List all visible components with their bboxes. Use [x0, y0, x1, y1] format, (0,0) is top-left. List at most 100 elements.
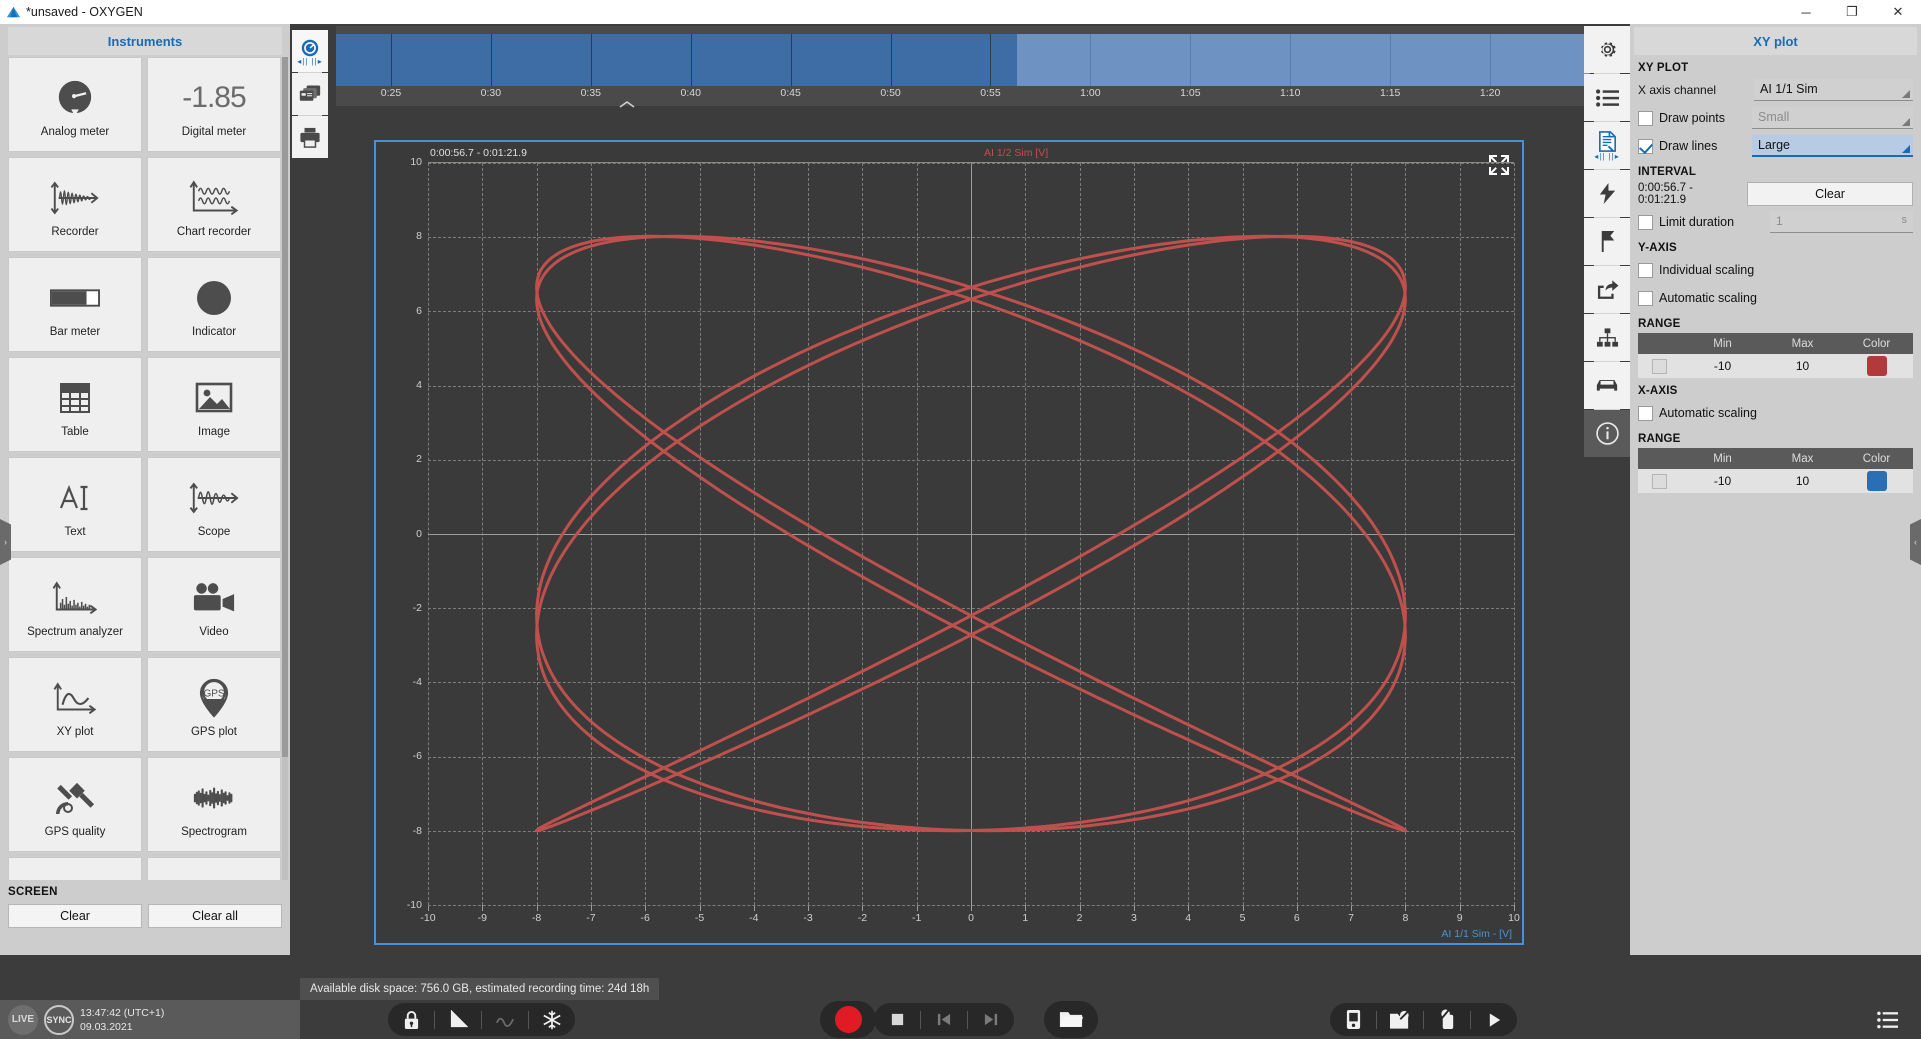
instrument-recorder[interactable]: Recorder — [8, 157, 142, 252]
chart-x-axis-label: AI 1/1 Sim - [V] — [1441, 928, 1512, 940]
chart-x-tick-label: -2 — [857, 912, 868, 924]
left-panel-collapse-handle[interactable]: › — [0, 519, 11, 565]
x-axis-channel-value: AI 1/1 Sim — [1760, 82, 1818, 96]
x-range-max-value[interactable]: 10 — [1765, 474, 1840, 488]
draw-lines-size-select[interactable]: Large — [1752, 135, 1913, 157]
x-range-col-min: Min — [1713, 452, 1732, 465]
x-range-min-value[interactable]: -10 — [1680, 474, 1765, 488]
y-range-min-value[interactable]: -10 — [1680, 359, 1765, 373]
chart-series-line — [428, 162, 1514, 905]
y-range-max-value[interactable]: 10 — [1765, 359, 1840, 373]
y-range-table: Min Max Color -10 10 — [1638, 333, 1913, 378]
timeline-remaining-region[interactable] — [1016, 34, 1590, 86]
network-icon[interactable] — [1584, 314, 1630, 361]
y-automatic-scaling-checkbox[interactable] — [1638, 290, 1653, 306]
chart-plot-area[interactable]: 10 8 6 4 2 0 -2 -4 -6 -8 -10 -10 -9 -8 -7 -6 -5 -4 -3 -2 -1 0… — [407, 156, 1520, 924]
stop-icon[interactable] — [874, 1003, 920, 1036]
folder-icon[interactable] — [1044, 1001, 1098, 1038]
instrument-spectrum-analyzer[interactable]: Spectrum analyzer — [8, 557, 142, 652]
car-icon[interactable] — [1584, 362, 1630, 409]
chart-x-tick-label: 10 — [1508, 912, 1520, 924]
xy-plot-widget[interactable]: 0:00:56.7 - 0:01:21.9 AI 1/2 Sim [V] AI … — [374, 140, 1524, 945]
minimize-button[interactable]: ─ — [1783, 0, 1829, 24]
zigzag-icon[interactable] — [482, 1003, 528, 1036]
right-panel-collapse-handle[interactable]: ‹ — [1910, 519, 1921, 565]
info-icon[interactable] — [1584, 410, 1630, 457]
instruments-header: Instruments — [8, 27, 282, 55]
timeline-divider — [1290, 34, 1292, 86]
y-range-row-checkbox[interactable] — [1651, 358, 1667, 374]
timeline-recorded-region[interactable] — [336, 34, 1017, 86]
svg-text:GPS: GPS — [203, 688, 224, 699]
instrument-chart-recorder[interactable]: Chart recorder — [147, 157, 281, 252]
interval-clear-button[interactable]: Clear — [1747, 182, 1913, 206]
instrument-label: Indicator — [191, 325, 237, 338]
limit-duration-checkbox[interactable] — [1638, 214, 1653, 230]
x-automatic-scaling-checkbox[interactable] — [1638, 405, 1653, 421]
timeline-tick-label: 0:50 — [880, 87, 901, 99]
draw-points-checkbox[interactable] — [1638, 110, 1653, 126]
chart-y-tick-label: 6 — [416, 304, 422, 317]
table-row[interactable]: -10 10 — [1638, 354, 1913, 378]
draw-points-size-select[interactable]: Small — [1752, 107, 1913, 129]
device-config-icon[interactable] — [1377, 1003, 1423, 1036]
printer-icon[interactable] — [292, 116, 328, 158]
lock-icon[interactable] — [388, 1003, 434, 1036]
x-axis-channel-select[interactable]: AI 1/1 Sim — [1754, 79, 1913, 101]
maximize-button[interactable]: ❐ — [1829, 0, 1875, 24]
instrument-xy-plot[interactable]: XY plot — [8, 657, 142, 752]
instruments-scrollbar[interactable] — [282, 57, 288, 937]
limit-duration-input[interactable]: 1 s — [1770, 211, 1913, 233]
prev-icon[interactable] — [921, 1003, 967, 1036]
instrument-image[interactable]: Image — [147, 357, 281, 452]
next-icon[interactable] — [968, 1003, 1014, 1036]
y-individual-scaling-checkbox[interactable] — [1638, 262, 1653, 278]
limit-duration-row: Limit duration 1 s — [1638, 209, 1913, 235]
indicator-icon — [196, 272, 232, 324]
instrument-analog-meter[interactable]: Analog meter — [8, 57, 142, 152]
instrument-spectrogram[interactable]: Spectrogram — [147, 757, 281, 852]
table-icon — [59, 372, 91, 424]
screens-icon[interactable] — [292, 73, 328, 115]
instrument-video[interactable]: Video — [147, 557, 281, 652]
x-range-color-swatch[interactable] — [1866, 471, 1887, 491]
snowflake-icon[interactable] — [529, 1003, 575, 1036]
list-icon[interactable] — [1584, 74, 1630, 121]
document-icon[interactable]: ◂|| ||▸ — [1584, 122, 1630, 169]
triangle-icon[interactable] — [435, 1003, 481, 1036]
screen-clear-all-button[interactable]: Clear all — [148, 904, 282, 928]
bottom-bar: LIVE SYNC 13:47:42 (UTC+1) 09.03.2021 — [0, 1000, 1921, 1039]
instrument-gps-plot[interactable]: GPS GPS plot — [147, 657, 281, 752]
timeline[interactable]: 0:25 0:30 0:35 0:40 0:45 0:50 0:55 1:00 1:05 1:10… — [336, 26, 1590, 106]
instrument-gps-quality[interactable]: GPS quality — [8, 757, 142, 852]
speedometer-icon[interactable]: ◂|| ||▸ — [292, 30, 328, 72]
chevron-up-icon[interactable] — [618, 100, 636, 109]
share-icon[interactable] — [1584, 266, 1630, 313]
table-row[interactable]: -10 10 — [1638, 469, 1913, 493]
y-range-color-swatch[interactable] — [1866, 356, 1887, 376]
lightning-icon[interactable] — [1584, 170, 1630, 217]
device-settings-icon[interactable] — [1424, 1003, 1470, 1036]
play-icon[interactable] — [1471, 1003, 1517, 1036]
instrument-text[interactable]: Text — [8, 457, 142, 552]
device-icon[interactable] — [1330, 1003, 1376, 1036]
close-button[interactable]: ✕ — [1875, 0, 1921, 24]
gear-icon[interactable] — [1584, 26, 1630, 73]
screen-clear-button[interactable]: Clear — [8, 904, 142, 928]
draw-lines-row: Draw lines Large — [1638, 133, 1913, 159]
x-range-row-checkbox[interactable] — [1651, 473, 1667, 489]
instrument-table[interactable]: Table — [8, 357, 142, 452]
timeline-divider — [1490, 34, 1492, 86]
gps-quality-icon — [52, 772, 98, 824]
instrument-indicator[interactable]: Indicator — [147, 257, 281, 352]
timeline-track[interactable] — [336, 34, 1590, 86]
record-icon[interactable] — [820, 1001, 876, 1038]
instrument-digital-meter[interactable]: -1.85 Digital meter — [147, 57, 281, 152]
draw-lines-checkbox[interactable] — [1638, 138, 1653, 154]
video-icon — [192, 572, 236, 624]
flag-icon[interactable] — [1584, 218, 1630, 265]
y-range-col-color: Color — [1862, 337, 1891, 350]
menu-icon[interactable] — [1867, 1003, 1907, 1036]
instrument-scope[interactable]: Scope — [147, 457, 281, 552]
instrument-bar-meter[interactable]: Bar meter — [8, 257, 142, 352]
